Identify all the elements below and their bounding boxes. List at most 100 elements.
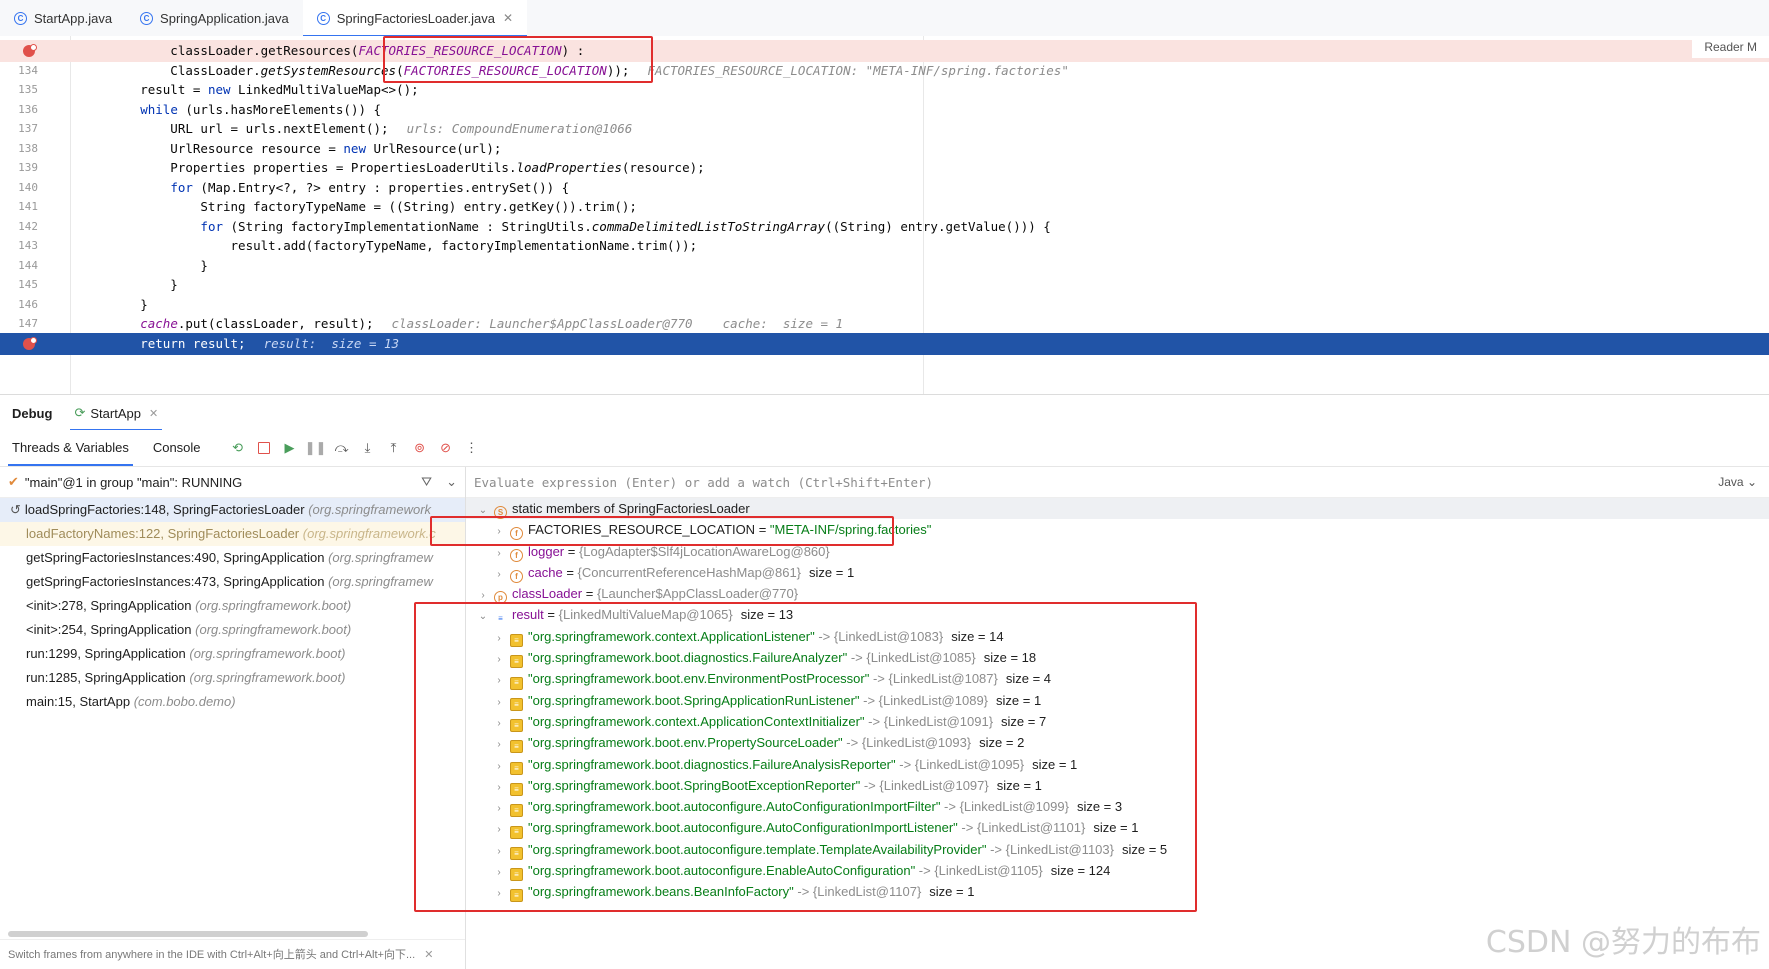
variable-cache[interactable]: › f cache = {ConcurrentReferenceHashMap@86…: [466, 562, 1769, 585]
close-icon[interactable]: ✕: [424, 949, 433, 961]
map-entry[interactable]: › ≡ "org.springframework.boot.diagnostics.…: [466, 754, 1769, 775]
frames-panel: ✔ "main"@1 in group "main": RUNNING ⛛ ⌄ …: [0, 467, 466, 969]
stack-frame[interactable]: getSpringFactoriesInstances:490, SpringA…: [0, 546, 465, 570]
stack-frame[interactable]: run:1285, SpringApplication (org.springf…: [0, 666, 465, 690]
map-entry[interactable]: › ≡ "org.springframework.boot.SpringBootEx…: [466, 775, 1769, 796]
evaluate-expression-input[interactable]: Evaluate expression (Enter) or add a wat…: [466, 467, 1769, 498]
map-entry[interactable]: › ≡ "org.springframework.context.Applicati…: [466, 626, 1769, 647]
tab-file-2[interactable]: C SpringFactoriesLoader.java ✕: [302, 0, 528, 37]
chevron-right-icon[interactable]: ›: [492, 798, 506, 819]
close-icon[interactable]: ✕: [503, 11, 513, 25]
map-entry[interactable]: › ≡ "org.springframework.context.Applicati…: [466, 711, 1769, 734]
close-icon[interactable]: ✕: [149, 407, 158, 420]
frame-method: loadFactoryNames:122, SpringFactoriesLoa…: [26, 526, 300, 541]
chevron-right-icon[interactable]: ›: [492, 756, 506, 777]
step-into-icon[interactable]: ⤓: [358, 438, 378, 458]
more-icon[interactable]: ⋮: [462, 438, 482, 458]
stack-frame[interactable]: <init>:278, SpringApplication (org.sprin…: [0, 594, 465, 618]
chevron-down-icon[interactable]: ⌄: [476, 606, 490, 627]
chevron-right-icon[interactable]: ›: [492, 692, 506, 713]
pause-icon[interactable]: ❚❚: [305, 438, 327, 458]
chevron-right-icon[interactable]: ›: [492, 543, 506, 564]
variable-classloader[interactable]: › p classLoader = {Launcher$AppClassLoader…: [466, 583, 1769, 606]
code-token: ((String) entry.getValue())) {: [825, 218, 1051, 234]
map-entry[interactable]: › ≡ "org.springframework.boot.autoconfigur…: [466, 839, 1769, 860]
map-entry[interactable]: › ≡ "org.springframework.boot.autoconfigur…: [466, 860, 1769, 883]
code-token: String factoryTypeName = ((String) entry…: [80, 199, 637, 214]
code-token: ));: [606, 62, 630, 78]
variable-static[interactable]: ⌄ Sstatic members of SpringFactoriesLoade…: [466, 498, 1769, 521]
chevron-right-icon[interactable]: ›: [492, 628, 506, 649]
chevron-right-icon[interactable]: ›: [492, 841, 506, 862]
step-over-icon[interactable]: ⤼: [332, 438, 352, 458]
code-token: getSystemResources: [260, 62, 397, 78]
step-out-icon[interactable]: ⤒: [384, 438, 404, 458]
variable-value: {LinkedList@1095}: [914, 756, 1025, 772]
chevron-right-icon[interactable]: ›: [492, 883, 506, 904]
debug-toolbar: Threads & Variables Console ⟲ ▶ ❚❚ ⤼ ⤓ ⤒…: [0, 430, 1769, 467]
stack-frame[interactable]: main:15, StartApp (com.bobo.demo): [0, 690, 465, 714]
stack-frame[interactable]: <init>:254, SpringApplication (org.sprin…: [0, 618, 465, 642]
chevron-right-icon[interactable]: ›: [492, 777, 506, 798]
map-entry[interactable]: › ≡ "org.springframework.boot.env.Environm…: [466, 668, 1769, 691]
chevron-right-icon[interactable]: ›: [492, 713, 506, 734]
code-token: for: [170, 179, 193, 195]
map-key: "org.springframework.boot.autoconfigure.…: [528, 841, 987, 857]
breakpoint-icon[interactable]: [23, 44, 37, 57]
chevron-right-icon[interactable]: ›: [492, 649, 506, 670]
session-tab-startapp[interactable]: ⟳ StartApp ✕: [64, 395, 168, 431]
frame-method: main:15, StartApp: [26, 694, 131, 709]
variable-size: size = 3: [1076, 799, 1123, 815]
rerun-icon[interactable]: ⟲: [228, 438, 248, 458]
variable-result[interactable]: ⌄ ≡ result = {LinkedMultiValueMap@1065} siz…: [466, 604, 1769, 625]
stack-frame[interactable]: getSpringFactoriesInstances:473, SpringA…: [0, 570, 465, 594]
chevron-right-icon[interactable]: ›: [492, 734, 506, 755]
stack-frame[interactable]: loadFactoryNames:122, SpringFactoriesLoa…: [0, 522, 465, 546]
code-token: }: [80, 257, 208, 273]
tab-threads-variables[interactable]: Threads & Variables: [0, 430, 141, 466]
code-token: FACTORIES_RESOURCE_LOCATION: [403, 62, 607, 78]
horizontal-scrollbar[interactable]: [8, 931, 368, 937]
map-entry[interactable]: › ≡ "org.springframework.boot.SpringApplic…: [466, 690, 1769, 711]
map-entry[interactable]: › ≡ "org.springframework.boot.autoconfigur…: [466, 817, 1769, 840]
chevron-right-icon[interactable]: ›: [492, 521, 506, 542]
stack-frame[interactable]: ↺ loadSpringFactories:148, SpringFactorie…: [0, 498, 465, 522]
map-entry[interactable]: › ≡ "org.springframework.boot.env.Property…: [466, 732, 1769, 755]
tab-file-1[interactable]: C SpringApplication.java: [126, 0, 303, 36]
stop-icon[interactable]: [254, 438, 274, 458]
code-editor[interactable]: classLoader.getResources(FACTORIES_RESOU…: [0, 36, 1769, 394]
frame-method: loadSpringFactories:148, SpringFactories…: [24, 502, 305, 517]
code-token: ClassLoader.: [80, 62, 261, 78]
chevron-down-icon[interactable]: ⌄: [446, 474, 457, 490]
language-selector[interactable]: Java ⌄: [1718, 475, 1757, 489]
tab-console[interactable]: Console: [141, 430, 213, 466]
tab-file-0[interactable]: C StartApp.java: [0, 0, 126, 36]
variable-logger[interactable]: › f logger = {LogAdapter$Slf4jLocationAwar…: [466, 541, 1769, 562]
variable-value: {LinkedMultiValueMap@1065}: [558, 607, 733, 623]
breakpoint-icon[interactable]: [23, 336, 37, 350]
chevron-down-icon[interactable]: ⌄: [476, 500, 490, 521]
code-line[interactable]: return result; result: size = 13: [0, 332, 1769, 355]
code-token: new: [207, 82, 231, 97]
chevron-right-icon[interactable]: ›: [492, 670, 506, 691]
map-entry-icon: ≡: [510, 804, 523, 818]
variable-factories-resource-location[interactable]: › f FACTORIES_RESOURCE_LOCATION = "META-IN…: [466, 519, 1769, 542]
view-breakpoints-icon[interactable]: ⊚: [410, 438, 430, 458]
map-entry[interactable]: › ≡ "org.springframework.beans.BeanInfoFac…: [466, 881, 1769, 904]
map-entry[interactable]: › ≡ "org.springframework.boot.autoconfigur…: [466, 796, 1769, 819]
reader-mode-button[interactable]: Reader M: [1692, 36, 1769, 58]
run-config-icon: ⟳: [74, 405, 86, 420]
variable-value: {LogAdapter$Slf4jLocationAwareLog@860}: [578, 543, 830, 559]
chevron-right-icon[interactable]: ›: [492, 819, 506, 840]
filter-icon[interactable]: ⛛: [421, 474, 432, 490]
chevron-right-icon[interactable]: ›: [492, 564, 506, 585]
resume-icon[interactable]: ▶: [280, 438, 300, 458]
mute-breakpoints-icon[interactable]: ⊘: [436, 438, 456, 458]
chevron-right-icon[interactable]: ›: [476, 585, 490, 606]
map-entry[interactable]: › ≡ "org.springframework.boot.diagnostics.…: [466, 647, 1769, 670]
chevron-right-icon[interactable]: ›: [492, 862, 506, 883]
thread-selector[interactable]: ✔ "main"@1 in group "main": RUNNING ⛛ ⌄: [0, 467, 465, 498]
code-token: new: [343, 140, 366, 156]
stack-frame[interactable]: run:1299, SpringApplication (org.springf…: [0, 642, 465, 666]
